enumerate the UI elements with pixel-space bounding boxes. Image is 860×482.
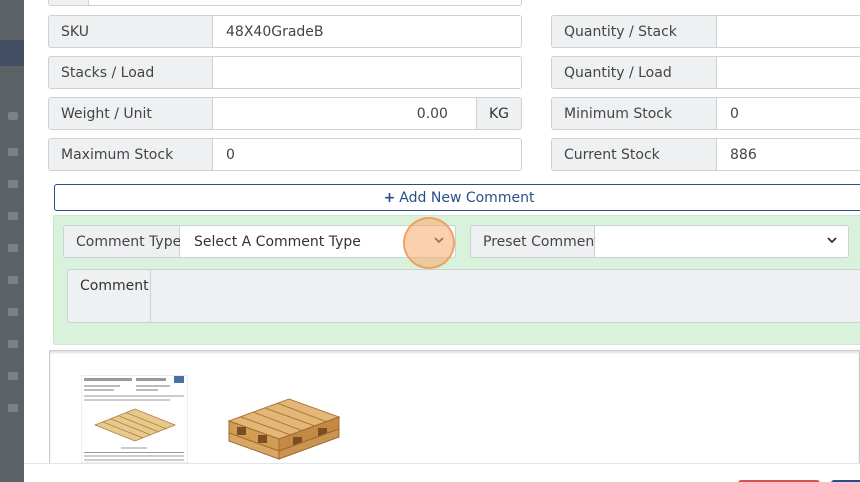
minimum-stock-input[interactable]: 0 (717, 97, 860, 130)
product-modal: SKU 48X40GradeB Stacks / Load Weight / U… (24, 0, 860, 482)
current-stock-input[interactable]: 886 (717, 138, 860, 171)
background-nav-icon (8, 276, 18, 284)
stacks-load-input[interactable] (213, 56, 522, 89)
pallet-image-thumbnail[interactable] (223, 391, 343, 466)
background-app-sidebar (0, 0, 24, 482)
minimum-stock-field-group: Minimum Stock 0 (551, 97, 860, 130)
maximum-stock-input[interactable]: 0 (213, 138, 522, 171)
weight-unit-field-group: Weight / Unit 0.00 KG (48, 97, 522, 130)
maximum-stock-label: Maximum Stock (48, 138, 213, 171)
comment-label: Comment (67, 269, 151, 323)
click-indicator (403, 217, 455, 269)
weight-unit-input[interactable]: 0.00 (213, 97, 477, 130)
background-nav-icon (8, 340, 18, 348)
sku-input[interactable]: 48X40GradeB (213, 15, 522, 48)
background-nav-icon (8, 180, 18, 188)
modal-footer (24, 463, 860, 482)
current-stock-field-group: Current Stock 886 (551, 138, 860, 171)
chevron-down-icon (826, 234, 838, 249)
comment-type-label: Comment Type (63, 225, 181, 258)
weight-unit-suffix: KG (476, 97, 522, 130)
comment-type-field-group: Comment Type Select A Comment Type (63, 225, 456, 258)
minimum-stock-label: Minimum Stock (551, 97, 717, 130)
weight-unit-label: Weight / Unit (48, 97, 213, 130)
partial-input-row (48, 0, 522, 6)
background-nav-icon (8, 212, 18, 220)
quantity-load-field-group: Quantity / Load (551, 56, 860, 89)
comment-type-selected-value: Select A Comment Type (194, 233, 361, 250)
quantity-stack-label: Quantity / Stack (551, 15, 717, 48)
sku-label: SKU (48, 15, 213, 48)
quantity-load-input[interactable] (717, 56, 860, 89)
preset-comment-select[interactable] (595, 225, 849, 258)
background-nav-icon (8, 308, 18, 316)
spec-document-thumbnail[interactable] (80, 374, 189, 464)
background-nav-icon (8, 148, 18, 156)
background-nav-icon (8, 244, 18, 252)
preset-comment-label: Preset Comment (470, 225, 600, 258)
maximum-stock-field-group: Maximum Stock 0 (48, 138, 522, 171)
quantity-stack-input[interactable] (717, 15, 860, 48)
current-stock-label: Current Stock (551, 138, 717, 171)
plus-icon: + (383, 189, 396, 206)
sku-field-group: SKU 48X40GradeB (48, 15, 522, 48)
background-nav-icon (8, 404, 18, 412)
background-nav-icon (8, 372, 18, 380)
comment-panel: Comment Type Select A Comment Type Prese… (53, 215, 860, 345)
stacks-load-label: Stacks / Load (48, 56, 213, 89)
background-nav-icon (8, 112, 18, 120)
comment-textarea[interactable] (151, 269, 860, 323)
preset-comment-field-group: Preset Comment (470, 225, 849, 258)
comment-field-group: Comment (67, 269, 860, 323)
background-nav-block (0, 40, 24, 66)
stacks-load-field-group: Stacks / Load (48, 56, 522, 89)
add-new-comment-button[interactable]: + Add New Comment (54, 184, 860, 211)
add-new-comment-label: Add New Comment (399, 189, 535, 206)
quantity-load-label: Quantity / Load (551, 56, 717, 89)
quantity-stack-field-group: Quantity / Stack (551, 15, 860, 48)
